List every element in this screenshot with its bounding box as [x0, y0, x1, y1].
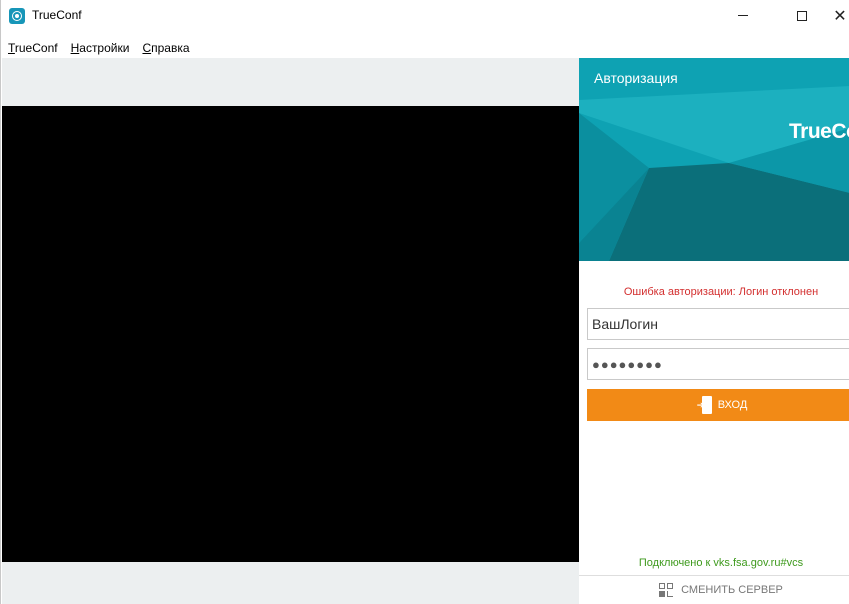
minimize-button[interactable]: [720, 0, 766, 31]
door-enter-icon: ➔: [697, 396, 713, 414]
change-server-label: СМЕНИТЬ СЕРВЕР: [681, 584, 783, 596]
auth-error-message: Ошибка авторизации: Логин отклонен: [623, 286, 819, 298]
login-button-label: ВХОД: [717, 399, 748, 411]
auth-panel: Авторизация TrueConf Ошибка авторизации:…: [579, 58, 849, 604]
auth-header-title: Авторизация: [594, 70, 678, 86]
password-input[interactable]: ●●●●●●●●: [587, 348, 849, 380]
change-server-button[interactable]: СМЕНИТЬ СЕРВЕР: [579, 583, 849, 597]
menu-help[interactable]: Справка: [135, 38, 195, 58]
server-switch-icon: [659, 583, 675, 597]
title-bar: TrueConf ✕: [1, 0, 849, 31]
trueconf-icon: [9, 8, 25, 24]
close-button[interactable]: ✕: [817, 0, 849, 31]
app-window: TrueConf ✕ TrueConf Настройки Справка Ав…: [0, 0, 849, 604]
video-preview: [2, 106, 579, 562]
menu-settings[interactable]: Настройки: [64, 38, 136, 58]
video-bottom-strip: [2, 562, 579, 604]
trueconf-logo: TrueConf: [789, 120, 849, 143]
menu-trueconf[interactable]: TrueConf: [1, 38, 64, 58]
login-button[interactable]: ➔ ВХОД: [587, 389, 849, 421]
window-title: TrueConf: [32, 8, 82, 22]
video-top-strip: [2, 58, 579, 106]
menu-bar: TrueConf Настройки Справка: [1, 38, 196, 58]
minimize-icon: [738, 15, 748, 16]
auth-banner: Авторизация TrueConf: [579, 58, 849, 261]
divider: [579, 575, 849, 576]
banner-graphic: [579, 58, 849, 261]
maximize-icon: [797, 10, 807, 21]
login-input[interactable]: ВашЛогин: [587, 308, 849, 340]
connection-status: Подключено к vks.fsa.gov.ru#vcs: [638, 557, 804, 569]
close-icon: ✕: [833, 6, 847, 25]
